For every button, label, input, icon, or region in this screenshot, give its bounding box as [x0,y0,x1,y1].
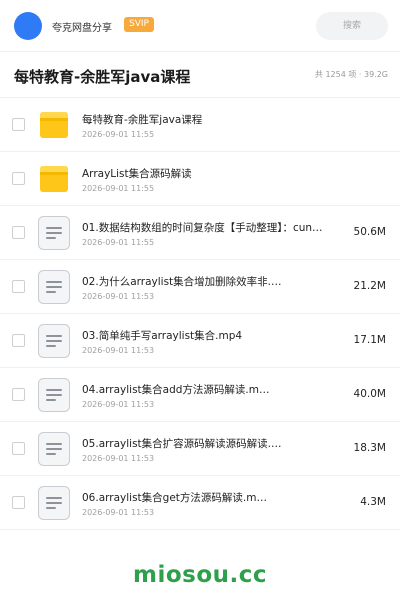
page-title: 每特教育-余胜军java课程 [14,68,191,86]
document-icon [38,378,70,412]
file-size: 50.6M [353,226,386,238]
folder-header: 每特教育-余胜军java课程 共 1254 项 · 39.2G [0,52,400,98]
file-date: 2026-09-01 11:53 [82,346,155,355]
select-checkbox[interactable] [12,172,25,185]
file-name: 01.数据结构数组的时间复杂度【手动整理】：cun… [82,222,323,234]
file-name: 03.简单纯手写arraylist集合.mp4 [82,330,243,342]
file-date: 2026-09-01 11:55 [82,130,155,139]
file-date: 2026-09-01 11:53 [82,400,155,409]
file-date: 2026-09-01 11:55 [82,184,155,193]
search-button[interactable]: 搜索 [316,12,388,40]
file-size: 17.1M [353,334,386,346]
file-size: 4.3M [360,496,386,508]
app-name: 夸克网盘分享 [52,23,112,34]
file-date: 2026-09-01 11:53 [82,508,155,517]
file-row[interactable]: 每特教育-余胜军java课程 2026-09-01 11:55 [0,98,400,152]
top-bar: 夸克网盘分享 SVIP 搜索 [0,0,400,52]
file-list: 每特教育-余胜军java课程 2026-09-01 11:55 ArrayList集… [0,98,400,530]
file-row[interactable]: 01.数据结构数组的时间复杂度【手动整理】：cun… 2026-09-01 11:… [0,206,400,260]
document-icon [38,432,70,466]
select-checkbox[interactable] [12,226,25,239]
file-row[interactable]: 02.为什么arraylist集合增加删除效率非.… 2026-09-01 11:… [0,260,400,314]
file-size: 21.2M [353,280,386,292]
document-icon [38,216,70,250]
file-size: 40.0M [353,388,386,400]
watermark: miosou.cc [132,562,268,588]
folder-icon [38,162,70,196]
file-date: 2026-09-01 11:55 [82,238,155,247]
file-name: 04.arraylist集合add方法源码解读.m… [82,384,270,396]
document-icon [38,324,70,358]
select-checkbox[interactable] [12,388,25,401]
document-icon [38,486,70,520]
document-icon [38,270,70,304]
select-checkbox[interactable] [12,280,25,293]
select-checkbox[interactable] [12,334,25,347]
select-checkbox[interactable] [12,118,25,131]
item-summary: 共 1254 项 · 39.2G [314,70,388,79]
file-size: 18.3M [353,442,386,454]
file-name: 02.为什么arraylist集合增加删除效率非.… [82,276,282,288]
file-row[interactable]: ArrayList集合源码解读 2026-09-01 11:55 [0,152,400,206]
file-row[interactable]: 06.arraylist集合get方法源码解读.m… 2026-09-01 11:… [0,476,400,530]
file-name: ArrayList集合源码解读 [82,168,192,180]
file-row[interactable]: 05.arraylist集合扩容源码解读源码解读.… 2026-09-01 11:… [0,422,400,476]
select-checkbox[interactable] [12,496,25,509]
file-name: 05.arraylist集合扩容源码解读源码解读.… [82,438,282,450]
svip-badge: SVIP [124,17,154,32]
file-date: 2026-09-01 11:53 [82,292,155,301]
avatar[interactable] [14,12,42,40]
folder-icon [38,108,70,142]
file-name: 06.arraylist集合get方法源码解读.m… [82,492,267,504]
file-date: 2026-09-01 11:53 [82,454,155,463]
file-name: 每特教育-余胜军java课程 [82,114,203,126]
select-checkbox[interactable] [12,442,25,455]
file-row[interactable]: 03.简单纯手写arraylist集合.mp4 2026-09-01 11:53 1… [0,314,400,368]
file-row[interactable]: 04.arraylist集合add方法源码解读.m… 2026-09-01 11:… [0,368,400,422]
